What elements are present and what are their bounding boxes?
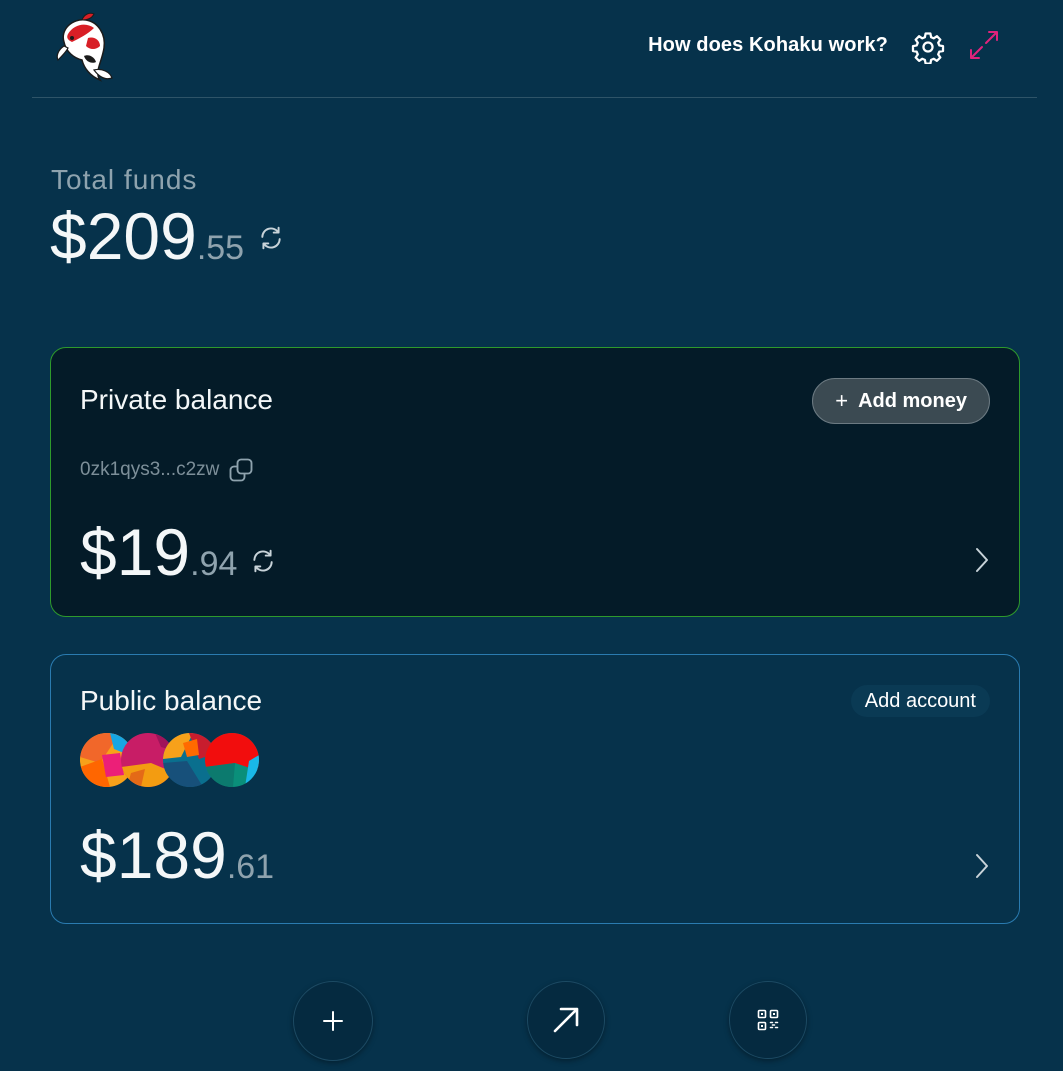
chevron-right-icon[interactable] <box>971 545 993 575</box>
plus-icon <box>323 1011 343 1031</box>
plus-icon: + <box>835 388 849 413</box>
total-amount-integer: $209 <box>50 199 197 273</box>
wallet-page: How does Kohaku work? Total funds $209 .… <box>0 0 1063 1071</box>
private-balance-card[interactable]: Private balance + Add money 0zk1qys3...c… <box>50 347 1020 617</box>
refresh-icon[interactable] <box>250 548 276 574</box>
public-amount-decimals: .61 <box>226 848 275 886</box>
public-balance-title: Public balance <box>80 685 263 716</box>
add-money-label: Add money <box>858 389 967 412</box>
qr-code-icon <box>757 1009 779 1031</box>
add-money-button[interactable]: + Add money <box>812 378 990 424</box>
token-avatar-stack <box>80 733 280 787</box>
private-balance-title: Private balance <box>80 384 274 415</box>
receive-action-button[interactable] <box>729 981 807 1059</box>
private-address: 0zk1qys3...c2zw <box>80 456 255 484</box>
send-action-button[interactable] <box>527 981 605 1059</box>
copy-icon[interactable] <box>227 456 255 484</box>
total-funds-label: Total funds <box>51 164 198 195</box>
how-it-works-link[interactable]: How does Kohaku work? <box>648 34 888 57</box>
expand-arrows-icon[interactable] <box>967 28 1001 62</box>
chevron-right-icon[interactable] <box>971 851 993 881</box>
refresh-icon[interactable] <box>258 225 284 251</box>
koi-fish-logo[interactable] <box>54 12 118 82</box>
public-balance-amount: $189 .61 <box>80 817 274 893</box>
gear-icon[interactable] <box>911 30 945 64</box>
public-amount-integer: $189 <box>80 818 227 892</box>
private-address-text: 0zk1qys3...c2zw <box>80 459 220 480</box>
add-account-button[interactable]: Add account <box>850 685 990 717</box>
private-balance-amount: $19 .94 <box>80 514 237 590</box>
public-balance-card[interactable]: Public balance Add account $189 .61 <box>50 654 1020 924</box>
add-action-button[interactable] <box>293 981 373 1061</box>
token-avatar-4 <box>205 733 259 787</box>
private-amount-integer: $19 <box>80 515 191 589</box>
arrow-up-right-icon <box>553 1007 579 1033</box>
top-header: How does Kohaku work? <box>32 0 1037 98</box>
total-amount-decimals: .55 <box>196 229 245 267</box>
total-funds-amount: $209 .55 <box>50 198 244 274</box>
private-amount-decimals: .94 <box>190 545 238 583</box>
